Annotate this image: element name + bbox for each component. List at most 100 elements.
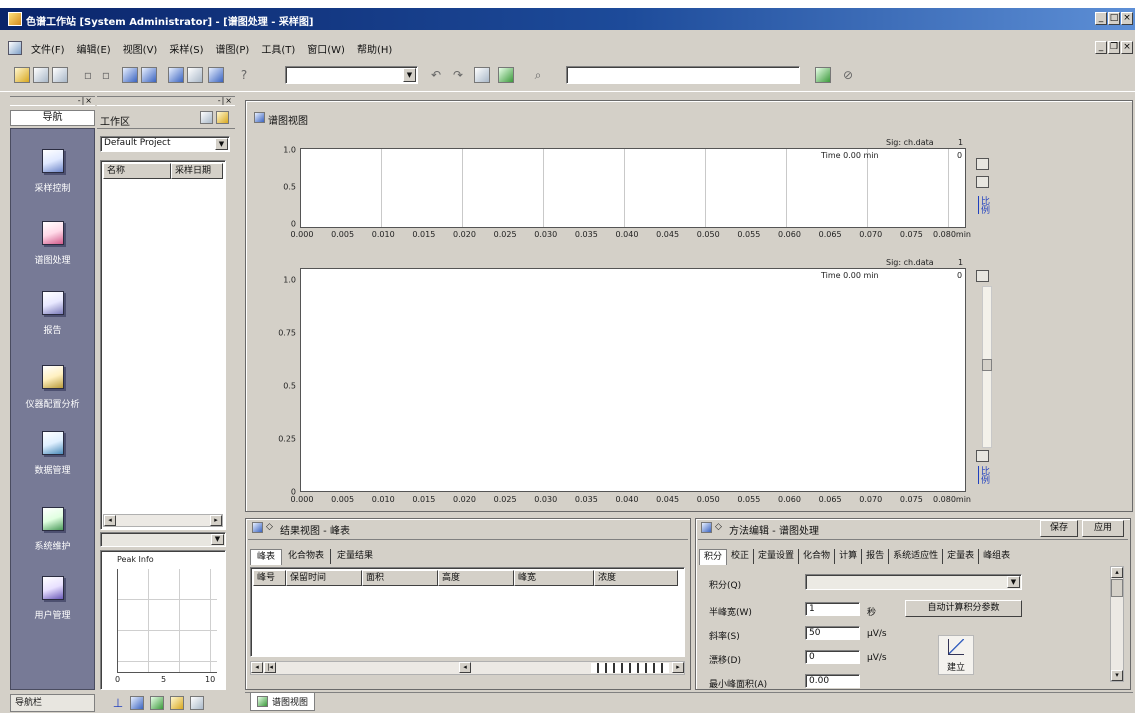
- list-horizontal-scrollbar[interactable]: ◂ ▸: [103, 514, 223, 527]
- chevron-down-icon[interactable]: ▼: [403, 68, 416, 82]
- tab-integration[interactable]: 积分: [699, 548, 728, 565]
- settings-icon[interactable]: [190, 696, 204, 710]
- pin-icon[interactable]: ◇: [266, 522, 273, 532]
- nav-item-maintenance[interactable]: 系统维护: [11, 507, 94, 557]
- nav-header[interactable]: 导航: [10, 110, 95, 126]
- width-input[interactable]: 1: [805, 602, 860, 616]
- drift-input[interactable]: 0: [805, 650, 860, 664]
- chevron-down-icon[interactable]: ▼: [211, 534, 224, 545]
- menu-sampling[interactable]: 采样(S): [166, 41, 206, 56]
- tab-compound[interactable]: 化合物: [799, 549, 836, 564]
- tile-icon[interactable]: [168, 67, 184, 83]
- mdi-close-button[interactable]: ×: [1121, 41, 1133, 54]
- minimize-button[interactable]: _: [1095, 12, 1107, 25]
- scroll-up-button[interactable]: ▴: [1111, 567, 1123, 578]
- nav-item-report[interactable]: 报告: [11, 291, 94, 341]
- maximize-button[interactable]: □: [1108, 12, 1120, 25]
- menu-chromatogram[interactable]: 谱图(P): [213, 41, 253, 56]
- scroll-right-button[interactable]: ▸: [210, 515, 222, 526]
- column-header[interactable]: 保留时间: [286, 570, 362, 586]
- bottom-zoom-out-button[interactable]: [976, 270, 989, 282]
- scroll-down-button[interactable]: ▾: [1111, 670, 1123, 681]
- path-field[interactable]: [566, 66, 800, 84]
- mdi-minimize-button[interactable]: _: [1095, 41, 1107, 54]
- tab-compound-table[interactable]: 化合物表: [282, 549, 332, 564]
- scroll-thumb[interactable]: [1111, 579, 1123, 597]
- chevron-down-icon[interactable]: ▼: [1007, 576, 1020, 588]
- menu-file[interactable]: 文件(F): [28, 41, 68, 56]
- nav-dock-buttons[interactable]: -|×: [78, 97, 93, 105]
- tab-quant-table[interactable]: 定量表: [943, 549, 980, 564]
- chevron-down-icon[interactable]: ▼: [215, 138, 228, 150]
- menu-window[interactable]: 窗口(W): [304, 41, 348, 56]
- peak-icon[interactable]: ⊥: [110, 695, 126, 711]
- build-button[interactable]: 建立: [938, 635, 974, 675]
- image-icon[interactable]: [150, 696, 164, 710]
- mdi-restore-button[interactable]: ❐: [1108, 41, 1120, 54]
- apply-button[interactable]: 应用: [1082, 520, 1124, 537]
- tab-quant-settings[interactable]: 定量设置: [754, 549, 800, 564]
- tab-report[interactable]: 报告: [862, 549, 890, 564]
- bottom-zoom-label[interactable]: 比例: [978, 466, 991, 484]
- properties-icon[interactable]: [200, 111, 213, 124]
- nav-item-user[interactable]: 用户管理: [11, 576, 94, 626]
- new-icon[interactable]: [14, 67, 30, 83]
- tab-peak-group[interactable]: 峰组表: [979, 549, 1014, 564]
- method-form-scrollbar[interactable]: ▴ ▾: [1110, 566, 1124, 682]
- slope-input[interactable]: 50: [805, 626, 860, 640]
- column-header[interactable]: 浓度: [594, 570, 678, 586]
- method-select[interactable]: ▼: [805, 574, 1022, 590]
- zoom-out-icon[interactable]: ⊘: [840, 67, 856, 83]
- tab-quant-result[interactable]: 定量结果: [331, 549, 379, 564]
- print-icon[interactable]: ▫: [80, 67, 96, 83]
- menu-tools[interactable]: 工具(T): [258, 41, 298, 56]
- column-header[interactable]: 高度: [438, 570, 514, 586]
- find-icon[interactable]: ⌕: [530, 67, 546, 83]
- top-scroll-button[interactable]: [976, 176, 989, 188]
- preview-selector[interactable]: ▼: [100, 532, 226, 547]
- preview-icon[interactable]: ▫: [98, 67, 114, 83]
- nav-footer[interactable]: 导航栏: [10, 694, 95, 712]
- scroll-left-button[interactable]: ◂: [251, 662, 263, 673]
- grid-icon[interactable]: [187, 67, 203, 83]
- zoom-in-icon[interactable]: [815, 67, 831, 83]
- copy-icon[interactable]: [474, 67, 490, 83]
- undo-icon[interactable]: ↶: [428, 67, 444, 83]
- tab-system-suitability[interactable]: 系统适应性: [889, 549, 944, 564]
- workspace-dock-buttons[interactable]: -|×: [218, 97, 233, 105]
- top-chart-plot[interactable]: Time 0.00 min 0: [300, 148, 966, 228]
- split-icon[interactable]: [141, 67, 157, 83]
- scroll-thumb[interactable]: ◂: [459, 662, 471, 673]
- save-button[interactable]: 保存: [1040, 520, 1078, 537]
- tab-peak-table[interactable]: 峰表: [250, 548, 283, 565]
- layout-icon[interactable]: [122, 67, 138, 83]
- pin-icon[interactable]: ◇: [715, 522, 722, 532]
- tab-calculation[interactable]: 计算: [835, 549, 863, 564]
- scroll-right-button[interactable]: ▸: [672, 662, 684, 673]
- paste-icon[interactable]: [498, 67, 514, 83]
- help-icon[interactable]: ?: [236, 67, 252, 83]
- bottom-chart-scrollbar[interactable]: [982, 286, 992, 448]
- top-zoom-out-button[interactable]: [976, 158, 989, 170]
- redo-icon[interactable]: ↷: [450, 67, 466, 83]
- column-header[interactable]: 峰号: [253, 570, 286, 586]
- column-header[interactable]: 面积: [362, 570, 438, 586]
- menu-view[interactable]: 视图(V): [120, 41, 161, 56]
- min-area-input[interactable]: 0.00: [805, 674, 860, 688]
- menu-help[interactable]: 帮助(H): [354, 41, 395, 56]
- folder-icon[interactable]: [216, 111, 229, 124]
- auto-calc-button[interactable]: 自动计算积分参数: [905, 600, 1022, 617]
- sample-list[interactable]: 名称 采样日期 ◂ ▸: [100, 160, 226, 530]
- method-combo[interactable]: ▼: [285, 66, 418, 84]
- tab-calibration[interactable]: 校正: [727, 549, 755, 564]
- column-header[interactable]: 峰宽: [514, 570, 594, 586]
- project-select[interactable]: Default Project ▼: [100, 136, 230, 152]
- peak-table[interactable]: 峰号 保留时间 面积 高度 峰宽 浓度: [250, 567, 685, 657]
- nav-item-chromatogram[interactable]: 谱图处理: [11, 221, 94, 271]
- doc-tab-chart-view[interactable]: 谱图视图: [250, 693, 316, 711]
- column-header-name[interactable]: 名称: [103, 163, 171, 179]
- scroll-left-button[interactable]: ◂: [104, 515, 116, 526]
- chart-icon[interactable]: [208, 67, 224, 83]
- close-button[interactable]: ×: [1121, 12, 1133, 25]
- save-icon[interactable]: [52, 67, 68, 83]
